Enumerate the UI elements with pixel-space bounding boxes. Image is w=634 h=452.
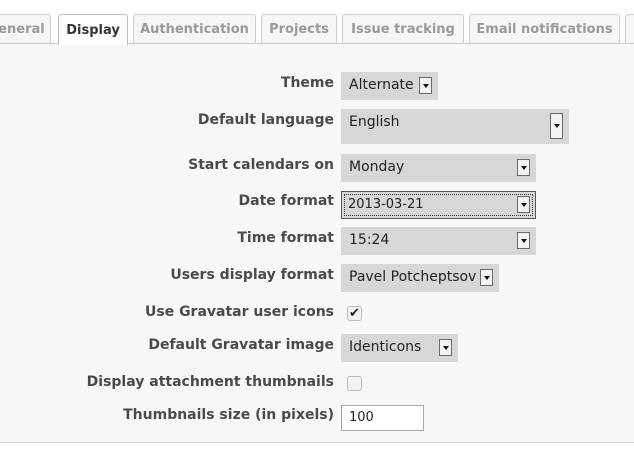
default-gravatar-select[interactable]: Identicons [341,334,458,362]
checkmark-icon: ✔ [349,306,360,321]
default-language-value: English [349,114,400,130]
use-gravatar-label: Use Gravatar user icons [145,304,334,320]
tab-authentication[interactable]: Authentication [133,14,256,43]
time-format-label: Time format [237,230,334,246]
date-format-label: Date format [238,193,334,209]
attachment-thumbnails-label: Display attachment thumbnails [86,374,334,390]
time-format-select[interactable]: 15:24 [341,227,536,255]
date-format-value: 2013-03-21 [348,197,424,212]
chevron-down-icon [419,77,432,94]
tab-issue-tracking-label: Issue tracking [351,21,455,37]
theme-label: Theme [280,75,334,91]
settings-tab-bar: eneral Display Authentication Projects I… [0,0,634,45]
thumbnails-size-label: Thumbnails size (in pixels) [123,407,334,423]
chevron-down-icon [517,232,530,249]
tab-general[interactable]: eneral [0,14,51,43]
users-display-format-select[interactable]: Pavel Potcheptsov [341,264,499,292]
chevron-down-icon [480,269,493,286]
users-display-format-value: Pavel Potcheptsov [349,269,477,285]
thumbnails-size-input[interactable]: 100 [341,405,424,431]
panel-bottom-border [0,442,634,443]
tab-more[interactable] [625,14,634,43]
chevron-down-icon [517,196,530,213]
tab-general-label: eneral [0,21,45,37]
theme-value: Alternate [349,77,414,93]
chevron-down-icon [550,113,563,139]
attachment-thumbnails-checkbox[interactable] [347,376,362,391]
tab-email-notifications-label: Email notifications [476,21,613,37]
default-language-select[interactable]: English [341,109,569,144]
use-gravatar-checkbox[interactable]: ✔ [347,306,362,321]
tab-projects-label: Projects [269,21,329,37]
tab-projects[interactable]: Projects [261,14,337,43]
start-calendars-label: Start calendars on [188,157,334,173]
users-display-format-label: Users display format [170,267,334,283]
tab-authentication-label: Authentication [140,21,249,37]
tab-display-label: Display [66,22,120,38]
start-calendars-value: Monday [349,159,405,175]
default-gravatar-label: Default Gravatar image [148,337,334,353]
default-language-label: Default language [197,112,334,128]
time-format-value: 15:24 [349,232,390,248]
chevron-down-icon [517,159,530,176]
date-format-select[interactable]: 2013-03-21 [341,191,536,219]
tab-email-notifications[interactable]: Email notifications [469,14,620,43]
tab-display[interactable]: Display [58,14,128,45]
theme-select[interactable]: Alternate [341,72,438,100]
tab-issue-tracking[interactable]: Issue tracking [342,14,464,43]
chevron-down-icon [439,339,452,356]
start-calendars-select[interactable]: Monday [341,154,536,182]
default-gravatar-value: Identicons [349,339,422,355]
